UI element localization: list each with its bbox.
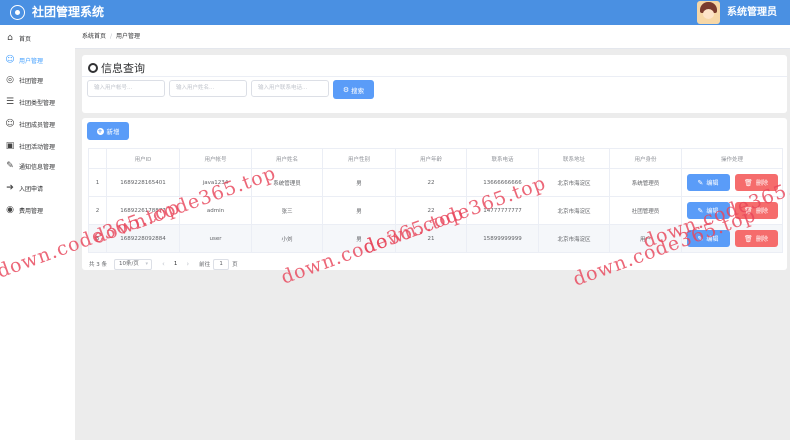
sidebar-item[interactable]: ◉ 费用管理 xyxy=(0,199,75,221)
notice-icon: ✎ xyxy=(6,161,14,171)
top-header: 社团管理系统 系统管理员 xyxy=(0,0,790,25)
add-button-label: 新增 xyxy=(106,128,120,136)
phone-search-input[interactable]: 输入用户联系电话... xyxy=(251,80,329,97)
account-search-input[interactable]: 输入用户帐号... xyxy=(87,80,165,97)
cell-age: 22 xyxy=(395,168,467,197)
activity-icon: ▣ xyxy=(5,141,15,151)
sidebar-item-label: 社团管理 xyxy=(19,77,44,85)
next-page-icon[interactable]: › xyxy=(186,260,189,268)
user-icon: ☺ xyxy=(5,55,15,65)
column-header: 联系地址 xyxy=(538,148,610,169)
column-header: 用户身份 xyxy=(609,148,682,169)
plus-circle-icon: + xyxy=(96,127,104,135)
cell-address: 北京市海淀区 xyxy=(538,224,610,253)
home-icon: ⌂ xyxy=(7,33,13,43)
sidebar-item[interactable]: ✎ 通知信息管理 xyxy=(0,155,75,177)
prev-page-icon[interactable]: ‹ xyxy=(162,260,165,268)
column-header: 用户年龄 xyxy=(395,148,467,169)
cell-role: 系统管理员 xyxy=(609,168,682,197)
breadcrumb: 系统首页 / 用户管理 xyxy=(75,25,790,49)
query-divider xyxy=(82,76,787,77)
page-size-value: 10条/页 xyxy=(119,260,139,267)
sidebar-item-label: 入团申请 xyxy=(19,185,44,193)
list-icon: ☰ xyxy=(5,97,15,107)
sidebar-item-label: 用户管理 xyxy=(19,57,44,65)
sidebar-item-label: 社团成员管理 xyxy=(19,121,56,129)
search-button[interactable]: ⚙ 搜索 xyxy=(333,80,374,99)
delete-button[interactable]: 🗑 删除 xyxy=(734,230,778,247)
trash-icon: 🗑 xyxy=(744,234,753,243)
sidebar-item[interactable]: ☰ 社团类型管理 xyxy=(0,91,75,113)
breadcrumb-separator: / xyxy=(110,33,113,40)
gear-icon: ⚙ xyxy=(342,85,350,94)
app-title: 社团管理系统 xyxy=(32,5,105,19)
column-header: 用户帐号 xyxy=(179,148,252,169)
sidebar-item[interactable]: ☺ 社团成员管理 xyxy=(0,113,75,135)
cell-gender: 男 xyxy=(322,196,396,225)
page-number[interactable]: 1 xyxy=(174,261,178,267)
sidebar-item-label: 社团类型管理 xyxy=(19,99,56,107)
sidebar-item-label: 首页 xyxy=(19,35,32,43)
query-title: 信息查询 xyxy=(101,62,145,75)
column-header: 用户ID xyxy=(106,148,180,169)
sidebar: ⌂ 首页 ☺ 用户管理 ◎ 社团管理 ☰ 社团类型管理 ☺ 社团成员管理 ▣ 社团活动管理 ✎ 通知信息管… xyxy=(0,25,75,440)
delete-button-label: 删除 xyxy=(755,236,768,243)
cell-gender: 男 xyxy=(322,168,396,197)
name-search-input[interactable]: 输入用户姓名... xyxy=(169,80,247,97)
sidebar-item[interactable]: ◎ 社团管理 xyxy=(0,69,75,91)
column-header: 操作处理 xyxy=(681,148,783,169)
cell-name: 小刘 xyxy=(251,224,323,253)
sidebar-item-label: 社团活动管理 xyxy=(19,143,56,151)
trash-icon: 🗑 xyxy=(744,178,753,187)
apply-icon: ➔ xyxy=(6,183,14,193)
cell-index: 2 xyxy=(88,196,107,225)
club-icon: ◎ xyxy=(6,75,14,85)
cell-index: 1 xyxy=(88,168,107,197)
edit-icon: ✎ xyxy=(697,178,704,187)
column-header xyxy=(88,148,107,169)
cell-name: 张三 xyxy=(251,196,323,225)
column-header: 用户性别 xyxy=(322,148,396,169)
page-size-select[interactable]: 10条/页 ▾ xyxy=(114,258,152,270)
search-button-label: 搜索 xyxy=(351,86,365,95)
sidebar-item[interactable]: ▣ 社团活动管理 xyxy=(0,135,75,157)
cell-phone: 15899999999 xyxy=(466,224,539,253)
fee-icon: ◉ xyxy=(6,205,14,215)
chevron-down-icon: ▾ xyxy=(145,260,148,267)
sidebar-item[interactable]: ➔ 入团申请 xyxy=(0,177,75,199)
edit-button-label: 编辑 xyxy=(706,180,719,187)
edit-button[interactable]: ✎ 编辑 xyxy=(686,174,730,191)
pagination: 共 3 条 10条/页 ▾ ‹ 1 › 前往 1 页 xyxy=(89,257,238,271)
sidebar-item-label: 通知信息管理 xyxy=(19,163,56,171)
sidebar-item[interactable]: ⌂ 首页 xyxy=(0,27,75,49)
cell-address: 北京市海淀区 xyxy=(538,196,610,225)
column-header: 联系电话 xyxy=(466,148,539,169)
goto-page-suffix: 页 xyxy=(232,262,238,268)
member-icon: ☺ xyxy=(5,119,15,129)
add-button[interactable]: + 新增 xyxy=(87,122,129,140)
sidebar-item[interactable]: ☺ 用户管理 xyxy=(0,49,75,71)
cell-id: 1689228165401 xyxy=(106,168,180,197)
query-heading: 信息查询 xyxy=(88,60,145,76)
user-name[interactable]: 系统管理员 xyxy=(727,6,777,19)
goto-page-input[interactable]: 1 xyxy=(213,258,230,270)
breadcrumb-home[interactable]: 系统首页 xyxy=(82,33,106,40)
goto-label: 前往 xyxy=(199,262,211,268)
user-avatar[interactable] xyxy=(697,1,720,24)
table-header-row: 用户ID 用户帐号 用户姓名 用户性别 用户年龄 联系电话 联系地址 用户身份 操作处理 xyxy=(88,148,783,169)
search-icon xyxy=(88,63,98,73)
sidebar-item-label: 费用管理 xyxy=(19,207,44,215)
cell-account: user xyxy=(179,224,252,253)
breadcrumb-current: 用户管理 xyxy=(116,33,141,40)
app-logo-icon xyxy=(10,5,25,20)
pagination-total: 共 3 条 xyxy=(89,262,107,268)
